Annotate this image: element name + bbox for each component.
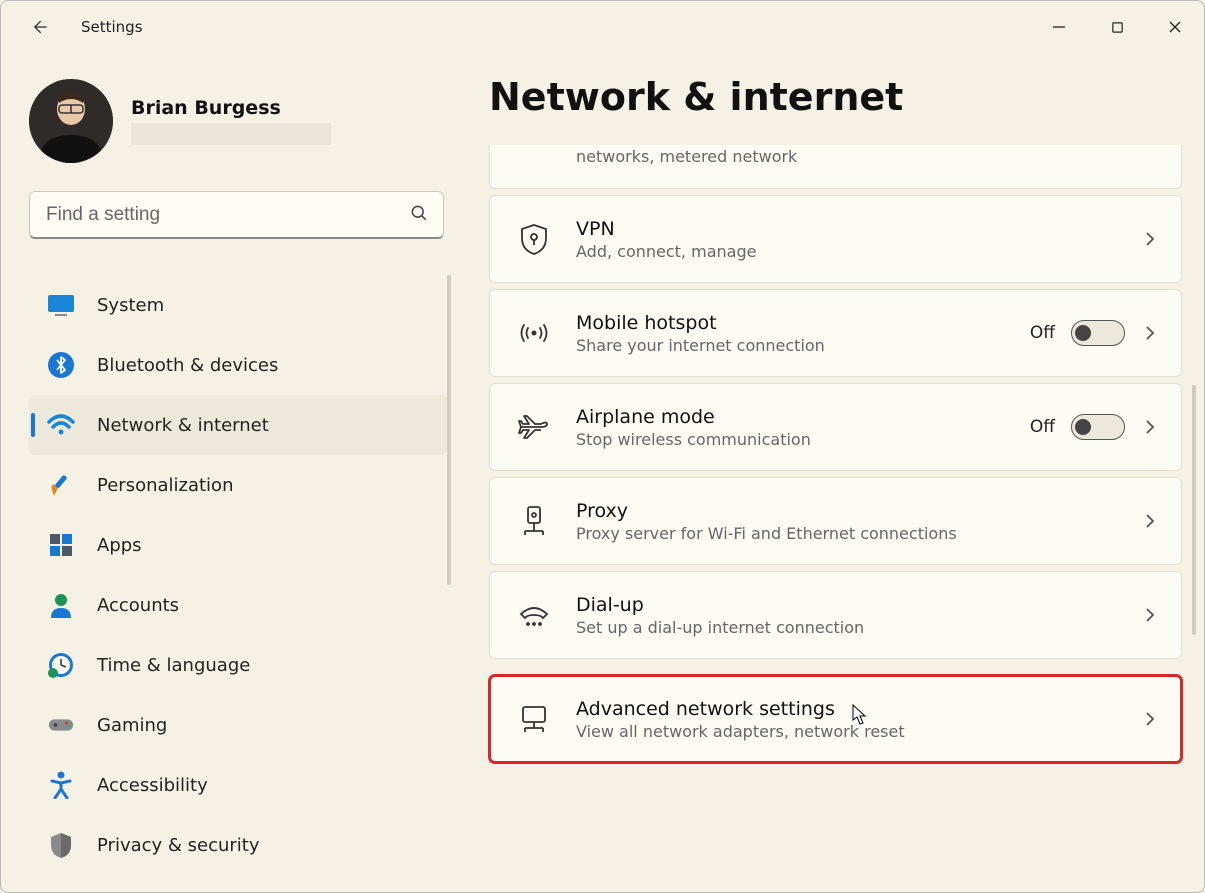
profile-email-redacted — [131, 123, 331, 145]
sidebar-item-label: Time & language — [97, 655, 250, 676]
sidebar-item-label: Privacy & security — [97, 835, 260, 856]
sidebar-item-apps[interactable]: Apps — [29, 515, 447, 575]
minimize-button[interactable] — [1030, 7, 1088, 47]
profile-name: Brian Burgess — [131, 97, 331, 119]
card-sub: Add, connect, manage — [576, 242, 1141, 261]
sidebar-item-label: Gaming — [97, 715, 167, 736]
airplane-toggle[interactable] — [1071, 414, 1125, 440]
app-title: Settings — [81, 18, 143, 36]
sidebar-item-label: Accounts — [97, 595, 179, 616]
card-sub: Stop wireless communication — [576, 430, 1030, 449]
card-advanced-network[interactable]: Advanced network settings View all netwo… — [489, 675, 1182, 763]
accessibility-icon — [47, 771, 75, 799]
proxy-icon — [512, 504, 556, 538]
settings-cards: networks, metered network VPN Add, conne… — [489, 145, 1182, 763]
toggle-label: Off — [1030, 417, 1055, 437]
card-airplane-mode[interactable]: Airplane mode Stop wireless communicatio… — [489, 383, 1182, 471]
apps-icon — [47, 531, 75, 559]
card-vpn[interactable]: VPN Add, connect, manage — [489, 195, 1182, 283]
card-dialup[interactable]: Dial-up Set up a dial-up internet connec… — [489, 571, 1182, 659]
sidebar-item-network[interactable]: Network & internet — [29, 395, 447, 455]
content-area: Network & internet networks, metered net… — [489, 75, 1182, 882]
sidebar-scrollbar[interactable] — [447, 275, 451, 585]
card-title: VPN — [576, 218, 1141, 240]
system-icon — [47, 291, 75, 319]
nav-list: System Bluetooth & devices Network & int… — [29, 275, 459, 875]
sidebar-item-accessibility[interactable]: Accessibility — [29, 755, 447, 815]
page-title: Network & internet — [489, 75, 1182, 119]
paintbrush-icon — [47, 471, 75, 499]
card-sub: Proxy server for Wi-Fi and Ethernet conn… — [576, 524, 1141, 543]
chevron-right-icon — [1141, 606, 1159, 624]
profile-block[interactable]: Brian Burgess — [29, 79, 461, 163]
card-sub: networks, metered network — [576, 147, 1159, 166]
settings-window: Settings — [0, 0, 1205, 893]
hotspot-icon — [512, 319, 556, 347]
toggle-label: Off — [1030, 323, 1055, 343]
titlebar: Settings — [1, 1, 1204, 53]
person-icon — [47, 591, 75, 619]
airplane-icon — [512, 412, 556, 442]
sidebar-item-label: Accessibility — [97, 775, 208, 796]
sidebar-item-label: System — [97, 295, 164, 316]
chevron-right-icon — [1141, 418, 1159, 436]
vpn-shield-icon — [512, 222, 556, 256]
wifi-icon — [47, 411, 75, 439]
sidebar-item-label: Personalization — [97, 475, 233, 496]
search-icon — [409, 203, 429, 227]
sidebar-item-personalization[interactable]: Personalization — [29, 455, 447, 515]
chevron-right-icon — [1141, 512, 1159, 530]
close-button[interactable] — [1146, 7, 1204, 47]
bluetooth-icon — [47, 351, 75, 379]
sidebar-item-time-language[interactable]: Time & language — [29, 635, 447, 695]
search-input[interactable] — [44, 203, 409, 227]
search-box[interactable] — [29, 191, 444, 239]
shield-icon — [47, 831, 75, 859]
sidebar-item-accounts[interactable]: Accounts — [29, 575, 447, 635]
card-title: Proxy — [576, 500, 1141, 522]
card-title: Dial-up — [576, 594, 1141, 616]
chevron-right-icon — [1141, 710, 1159, 728]
phone-icon — [512, 602, 556, 628]
card-title: Airplane mode — [576, 406, 1030, 428]
hotspot-toggle[interactable] — [1071, 320, 1125, 346]
sidebar: Brian Burgess System Bluetoo — [1, 69, 461, 892]
clock-globe-icon — [47, 651, 75, 679]
sidebar-item-system[interactable]: System — [29, 275, 447, 335]
profile-text: Brian Burgess — [131, 97, 331, 145]
window-controls — [1030, 7, 1204, 47]
card-sub: Share your internet connection — [576, 336, 1030, 355]
sidebar-item-privacy[interactable]: Privacy & security — [29, 815, 447, 875]
computer-network-icon — [512, 704, 556, 734]
maximize-button[interactable] — [1088, 7, 1146, 47]
card-proxy[interactable]: Proxy Proxy server for Wi-Fi and Etherne… — [489, 477, 1182, 565]
card-sub: Set up a dial-up internet connection — [576, 618, 1141, 637]
card-title: Advanced network settings — [576, 698, 1141, 720]
card-sub: View all network adapters, network reset — [576, 722, 1141, 741]
card-mobile-hotspot[interactable]: Mobile hotspot Share your internet conne… — [489, 289, 1182, 377]
chevron-right-icon — [1141, 324, 1159, 342]
avatar — [29, 79, 113, 163]
card-partial[interactable]: networks, metered network — [489, 145, 1182, 189]
sidebar-item-bluetooth[interactable]: Bluetooth & devices — [29, 335, 447, 395]
gamepad-icon — [47, 711, 75, 739]
card-title: Mobile hotspot — [576, 312, 1030, 334]
sidebar-item-gaming[interactable]: Gaming — [29, 695, 447, 755]
back-button[interactable] — [23, 11, 55, 43]
content-scrollbar[interactable] — [1192, 385, 1196, 635]
sidebar-item-label: Bluetooth & devices — [97, 355, 278, 376]
sidebar-item-label: Apps — [97, 535, 142, 556]
sidebar-item-label: Network & internet — [97, 415, 269, 436]
chevron-right-icon — [1141, 230, 1159, 248]
